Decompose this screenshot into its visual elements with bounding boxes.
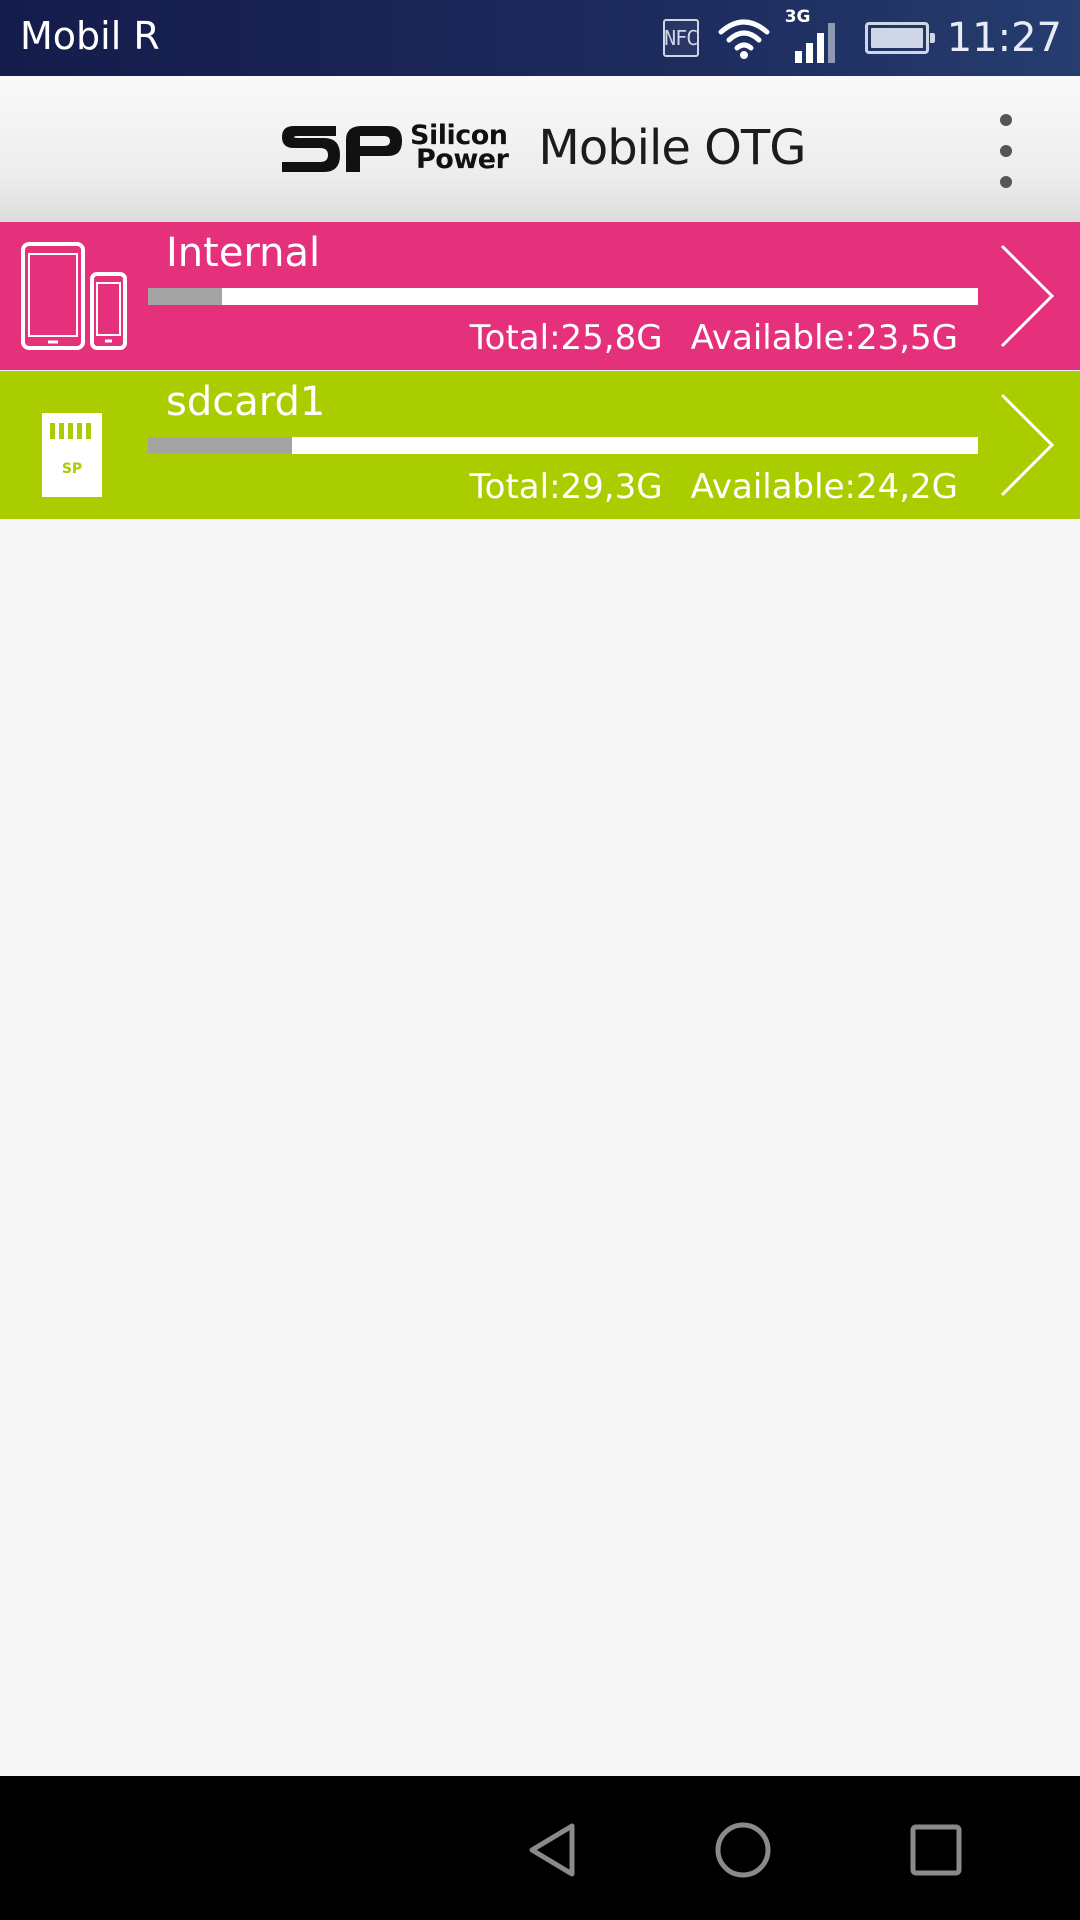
app-title-part1: Mobile — [538, 120, 705, 176]
storage-name: sdcard1 — [166, 379, 326, 425]
home-button[interactable] — [703, 1810, 783, 1890]
nfc-icon: NFC — [662, 19, 699, 57]
clock: 11:27 — [946, 15, 1062, 61]
tablet-phone-icon — [21, 242, 127, 350]
storage-usage-bar — [148, 437, 978, 454]
storage-available: Available:23,5G — [690, 318, 958, 358]
storage-available: Available:24,2G — [690, 467, 958, 507]
back-icon — [529, 1823, 575, 1877]
chevron-right-icon — [1000, 393, 1055, 497]
storage-row-sdcard1[interactable]: SP sdcard1 Total:29,3G Available:24,2G — [0, 371, 1080, 519]
menu-dot — [1000, 176, 1012, 188]
cellular-signal: 3G — [781, 7, 839, 63]
battery-icon — [864, 22, 935, 54]
storage-row-internal[interactable]: Internal Total:25,8G Available:23,5G — [0, 222, 1080, 370]
storage-total: Total:25,8G — [469, 318, 663, 358]
logo-brand-text: Silicon Power — [410, 122, 509, 175]
storage-meta: Total:29,3G Available:24,2G — [470, 467, 958, 507]
status-bar: Mobil R NFC 3G 11:27 — [0, 0, 1080, 76]
chevron-right-icon — [1000, 244, 1055, 348]
app-logo: Silicon Power Mobile OTG — [280, 118, 806, 178]
status-icons: NFC 3G 11:27 — [662, 0, 1062, 76]
storage-usage-bar — [148, 288, 978, 305]
storage-usage-fill — [148, 437, 293, 454]
home-icon — [715, 1822, 771, 1878]
sd-card-icon: SP — [42, 413, 102, 497]
menu-dot — [1000, 145, 1012, 157]
app-title-part2: OTG — [704, 120, 806, 176]
sp-logo-mark — [282, 126, 402, 172]
overflow-menu-icon[interactable] — [984, 106, 1028, 196]
battery-level — [870, 28, 923, 48]
logo-line-2: Power — [416, 144, 509, 175]
back-button[interactable] — [512, 1810, 592, 1890]
signal-icon — [794, 23, 835, 63]
recents-icon — [910, 1824, 962, 1876]
carrier-name: Mobil R — [20, 14, 160, 58]
svg-text:SP: SP — [62, 461, 82, 477]
recents-button[interactable] — [896, 1810, 976, 1890]
storage-meta: Total:25,8G Available:23,5G — [470, 318, 958, 358]
app-header: Silicon Power Mobile OTG — [0, 76, 1080, 222]
storage-total: Total:29,3G — [469, 467, 663, 507]
navigation-bar — [0, 1776, 1080, 1920]
menu-dot — [1000, 114, 1012, 126]
wifi-icon — [718, 19, 770, 59]
app-title: Mobile OTG — [538, 120, 806, 176]
storage-name: Internal — [166, 230, 321, 276]
storage-usage-fill — [148, 288, 222, 305]
